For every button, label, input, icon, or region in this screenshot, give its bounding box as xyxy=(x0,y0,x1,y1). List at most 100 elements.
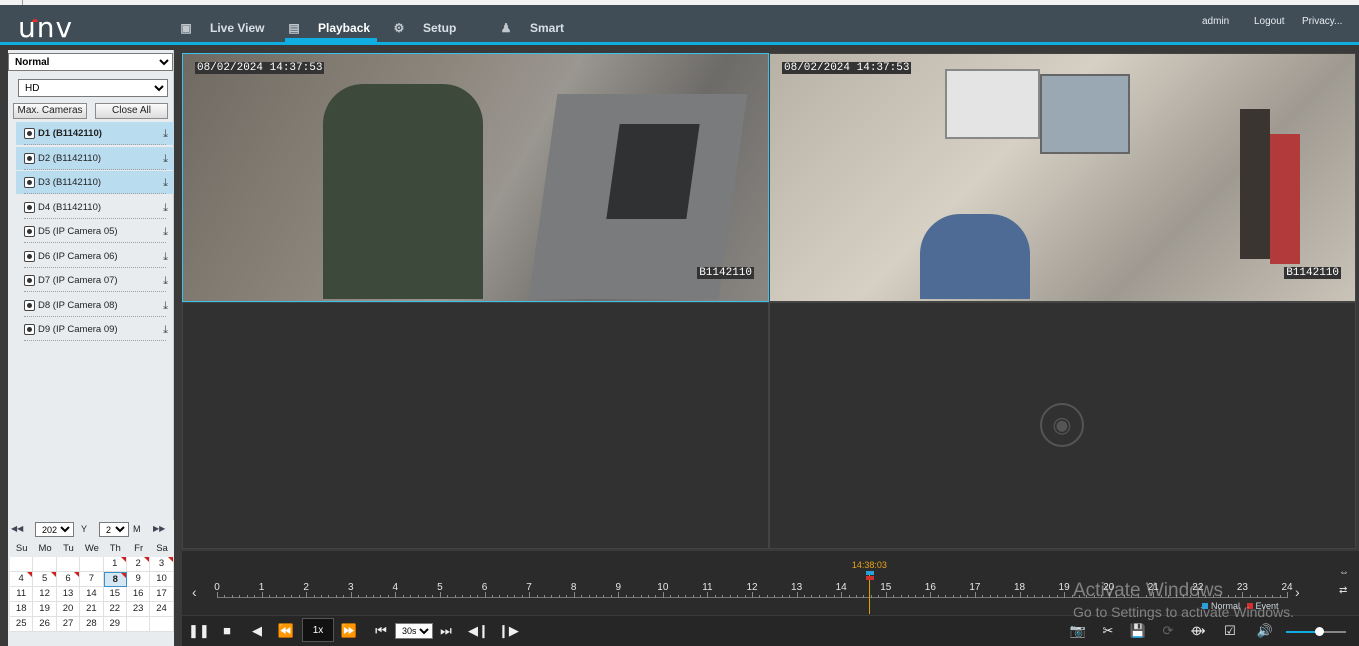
atm-screen-shape xyxy=(606,124,700,219)
download-icon[interactable]: ⤓ xyxy=(163,319,168,342)
nav-live-view[interactable]: ▣ Live View xyxy=(180,14,264,42)
calendar-day[interactable]: 14 xyxy=(80,587,104,602)
timeline-next-icon[interactable]: › xyxy=(1295,584,1300,600)
tile-timestamp: 08/02/2024 14:37:53 xyxy=(195,62,325,74)
camera-item[interactable]: D3 (B1142110) ⤓ xyxy=(16,171,174,194)
calendar-day[interactable]: 4 xyxy=(10,572,34,587)
camera-item[interactable]: D9 (IP Camera 09) ⤓ xyxy=(16,318,174,341)
stream-select[interactable]: HD xyxy=(18,79,168,97)
calendar-day[interactable]: 10 xyxy=(150,572,174,587)
volume-slider[interactable] xyxy=(1286,627,1346,636)
download-icon[interactable]: ⤓ xyxy=(163,221,168,244)
download-icon[interactable]: ⤓ xyxy=(163,295,168,318)
nav-smart[interactable]: ♟ Smart xyxy=(500,14,564,42)
camera-item[interactable]: D4 (B1142110) ⤓ xyxy=(16,196,174,219)
calendar-day[interactable]: 26 xyxy=(33,617,57,632)
playback-mode-select[interactable]: Normal xyxy=(8,53,173,71)
month-unit: M xyxy=(133,524,141,534)
calendar-day[interactable]: 1 xyxy=(103,557,127,572)
video-tile-3[interactable] xyxy=(182,302,769,549)
download-icon[interactable]: ⤓ xyxy=(163,172,168,195)
prev-frame-icon[interactable]: ◀❙ xyxy=(468,622,489,640)
calendar-day[interactable]: 2 xyxy=(126,557,151,572)
download-icon[interactable]: ⤓ xyxy=(163,197,168,220)
calendar-day[interactable]: 16 xyxy=(126,587,151,602)
camera-item[interactable]: D8 (IP Camera 08) ⤓ xyxy=(16,294,174,317)
calendar-day[interactable]: 19 xyxy=(33,602,57,617)
camera-item[interactable]: D2 (B1142110) ⤓ xyxy=(16,146,174,171)
reverse-play-icon[interactable]: ◀ xyxy=(248,622,266,640)
save-icon[interactable]: 💾 xyxy=(1129,622,1147,640)
skip-interval-select[interactable]: 30s xyxy=(395,623,433,639)
digital-zoom-icon[interactable]: ⟴ xyxy=(1189,622,1207,640)
camera-label: D3 (B1142110) xyxy=(38,177,102,188)
month-select[interactable]: 2 xyxy=(99,522,129,537)
sync-icon[interactable]: ⟳ xyxy=(1159,622,1177,640)
privacy-link[interactable]: Privacy... xyxy=(1302,16,1342,27)
zoom-out-timeline-icon[interactable]: ⇄ xyxy=(1339,585,1347,596)
hour-label: 14 xyxy=(835,582,847,593)
next-frame-icon[interactable]: ❙▶ xyxy=(498,622,519,640)
user-link[interactable]: admin xyxy=(1202,16,1229,27)
calendar-day[interactable]: 3 xyxy=(150,557,174,572)
calendar-day[interactable]: 11 xyxy=(10,587,34,602)
next-month-icon[interactable]: ▶▶ xyxy=(153,524,165,533)
skip-forward-icon[interactable]: ⏭ xyxy=(437,622,455,640)
calendar-day[interactable]: 17 xyxy=(150,587,174,602)
logout-link[interactable]: Logout xyxy=(1254,16,1285,27)
minor-tick xyxy=(373,595,375,598)
calendar-day[interactable]: 12 xyxy=(33,587,57,602)
weekday-row: Su Mo Tu We Th Fr Sa xyxy=(10,542,174,557)
calendar-day[interactable]: 15 xyxy=(103,587,127,602)
video-tile-2[interactable]: 08/02/2024 14:37:53 B1142110 xyxy=(769,53,1356,302)
camera-item[interactable]: D7 (IP Camera 07) ⤓ xyxy=(16,269,174,292)
camera-item[interactable]: D1 (B1142110) ⤓ xyxy=(16,122,174,145)
video-tile-4[interactable]: ◉ xyxy=(769,302,1356,549)
logo-accent xyxy=(32,19,38,22)
calendar-day[interactable]: 5 xyxy=(33,572,57,587)
tile-camera-id: B1142110 xyxy=(697,267,754,279)
calendar-day[interactable]: 8 xyxy=(103,572,127,587)
skip-back-icon[interactable]: ⏮ xyxy=(372,622,390,640)
fast-icon[interactable]: ⏩ xyxy=(340,622,358,640)
calendar-day[interactable]: 28 xyxy=(80,617,104,632)
download-icon[interactable]: ⤓ xyxy=(163,148,168,171)
snapshot-icon[interactable]: 📷 xyxy=(1069,622,1087,640)
calendar-day[interactable]: 18 xyxy=(10,602,34,617)
calendar-day[interactable]: 29 xyxy=(103,617,127,632)
video-tile-1[interactable]: 08/02/2024 14:37:53 B1142110 xyxy=(182,53,769,302)
download-icon[interactable]: ⤓ xyxy=(163,123,168,146)
max-cameras-button[interactable]: Max. Cameras xyxy=(13,103,87,119)
calendar-day[interactable]: 24 xyxy=(150,602,174,617)
minor-tick xyxy=(298,595,300,598)
pause-icon[interactable]: ❚❚ xyxy=(188,622,210,640)
year-select[interactable]: 2024 xyxy=(35,522,74,537)
download-icon[interactable]: ⤓ xyxy=(163,246,168,269)
minor-tick xyxy=(692,595,694,598)
tag-icon[interactable]: ☑ xyxy=(1221,622,1239,640)
clip-icon[interactable]: ✂ xyxy=(1099,622,1117,640)
timeline-prev-icon[interactable]: ‹ xyxy=(192,584,197,600)
download-icon[interactable]: ⤓ xyxy=(163,270,168,293)
calendar-day[interactable]: 7 xyxy=(80,572,104,587)
calendar-day[interactable]: 6 xyxy=(56,572,81,587)
zoom-in-timeline-icon[interactable]: ⇔ xyxy=(1339,567,1349,578)
camera-item[interactable]: D5 (IP Camera 05) ⤓ xyxy=(16,220,174,243)
nav-setup[interactable]: ⚙ Setup xyxy=(393,14,457,42)
calendar-day[interactable]: 22 xyxy=(103,602,127,617)
camera-item[interactable]: D6 (IP Camera 06) ⤓ xyxy=(16,245,174,268)
slow-icon[interactable]: ⏪ xyxy=(277,622,295,640)
calendar-day[interactable]: 9 xyxy=(126,572,151,587)
volume-icon[interactable]: 🔊 xyxy=(1256,622,1274,640)
volume-knob[interactable] xyxy=(1315,627,1324,636)
stop-icon[interactable]: ■ xyxy=(218,622,236,640)
prev-year-icon[interactable]: ◀◀ xyxy=(11,524,23,533)
calendar-day[interactable]: 25 xyxy=(10,617,34,632)
close-all-button[interactable]: Close All xyxy=(95,103,168,119)
minor-tick xyxy=(1279,595,1281,598)
calendar-day[interactable]: 20 xyxy=(56,602,81,617)
calendar-day[interactable]: 23 xyxy=(126,602,151,617)
calendar-day[interactable]: 27 xyxy=(56,617,81,632)
calendar-day[interactable]: 13 xyxy=(56,587,81,602)
calendar-day[interactable]: 21 xyxy=(80,602,104,617)
